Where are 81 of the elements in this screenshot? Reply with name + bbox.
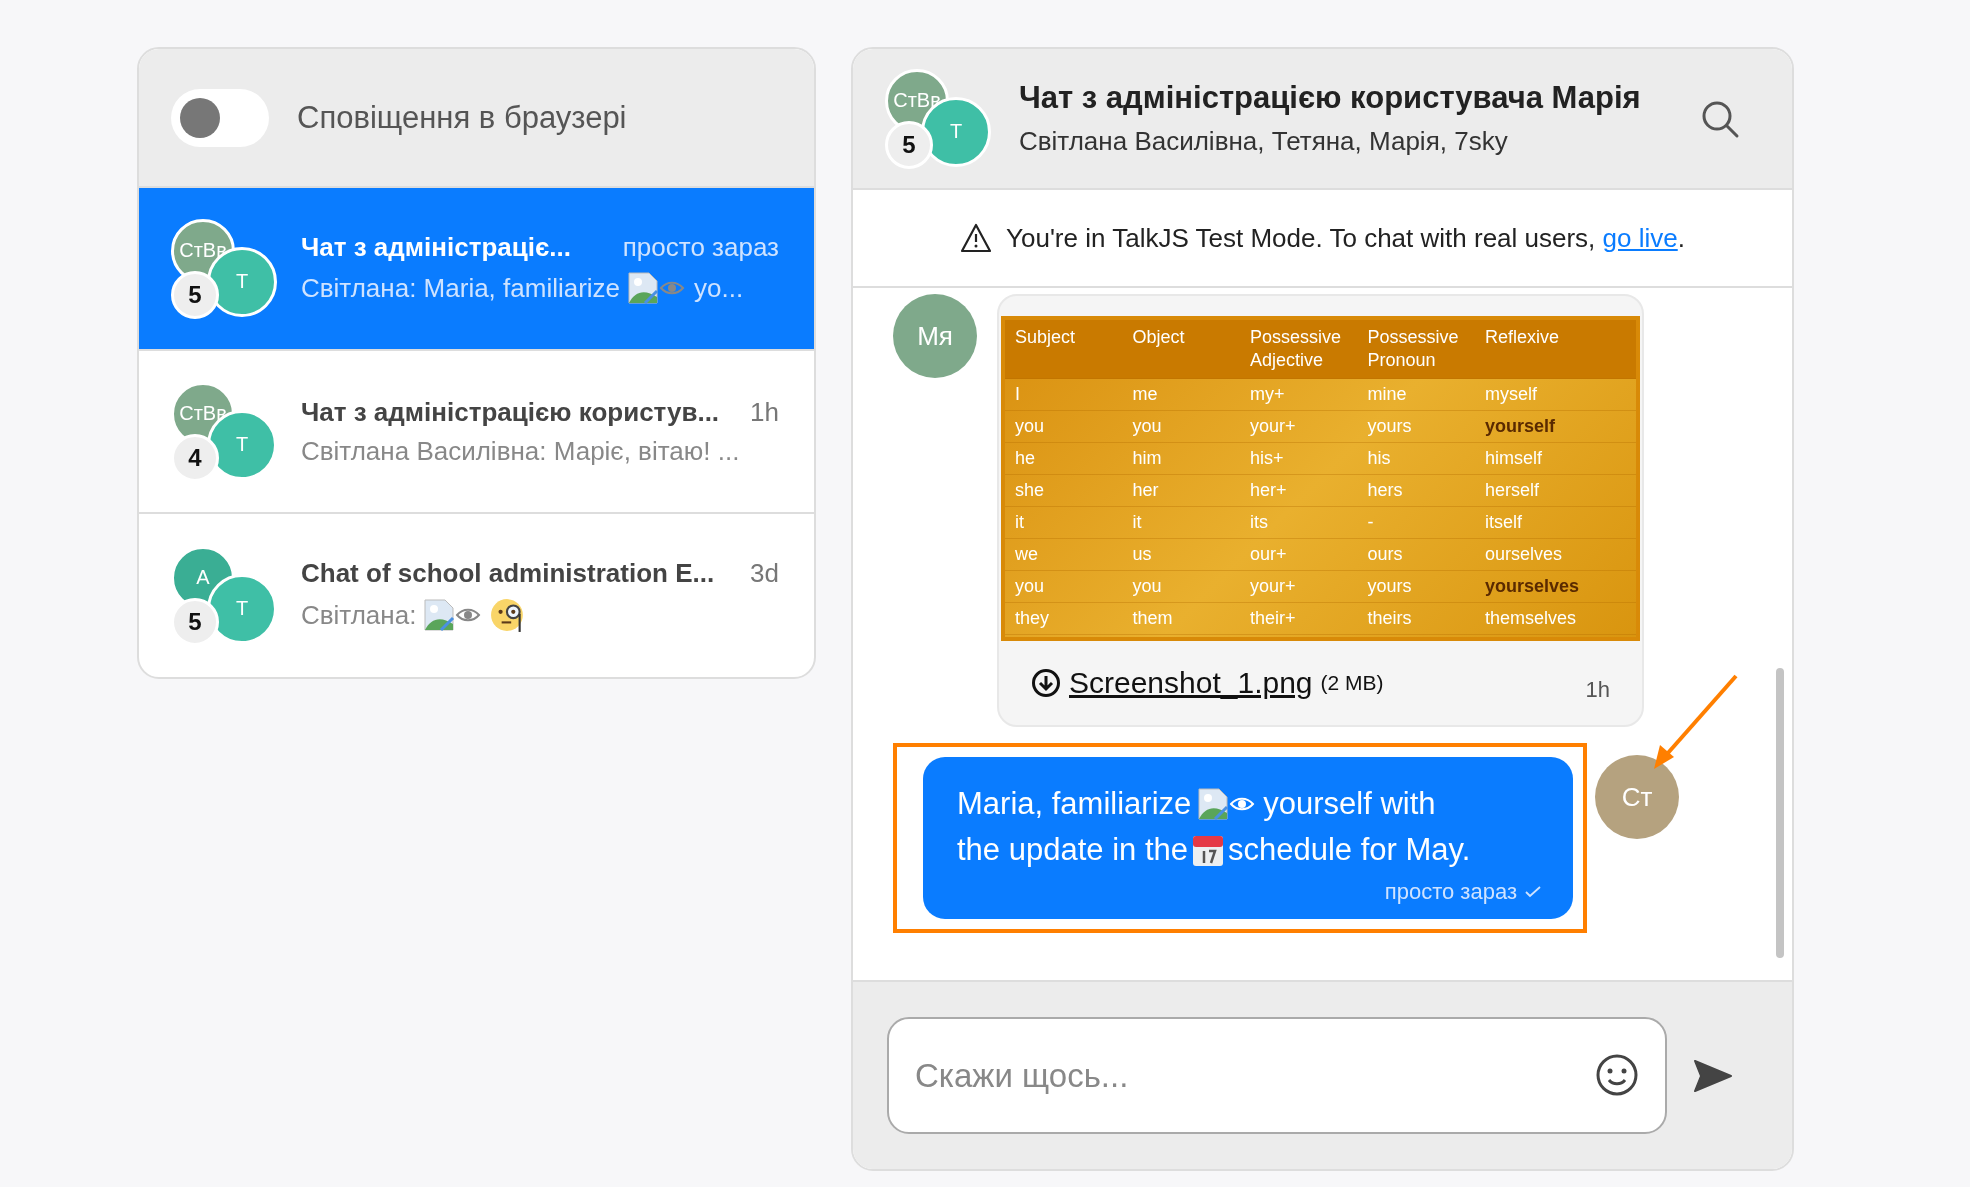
sender-avatar: Ст xyxy=(1595,755,1679,839)
calendar-icon xyxy=(1192,833,1224,867)
conversation-time: 1h xyxy=(750,396,779,428)
table-cell-text: us xyxy=(1132,543,1153,566)
table-cell-text: my+ xyxy=(1250,383,1286,406)
sender-avatar: Мя xyxy=(893,294,977,378)
table-cell-text: ourselves xyxy=(1485,543,1564,566)
participants-list: Світлана Василівна, Тетяна, Марія, 7sky xyxy=(1019,126,1700,157)
table-cell-text: he xyxy=(1015,447,1037,470)
conversation-time: просто зараз xyxy=(622,232,779,263)
table-cell-text: hers xyxy=(1367,479,1404,502)
participant-count: 5 xyxy=(171,270,219,319)
test-mode-notice: You're in TalkJS Test Mode. To chat with real users, go live. xyxy=(1006,222,1685,254)
notification-label: Сповіщення в браузері xyxy=(297,99,627,136)
chat-title: Чат з адміністрацією користувача Марія xyxy=(1019,80,1642,116)
table-header: Reflexive xyxy=(1485,326,1561,349)
message-text: Maria, familiarize xyxy=(957,785,1192,823)
message-text: the update in the xyxy=(957,831,1188,869)
table-cell-text: myself xyxy=(1485,383,1538,406)
table-cell-text: I xyxy=(1015,383,1021,406)
table-cell-text: ours xyxy=(1367,543,1404,566)
participant-count: 4 xyxy=(171,433,219,482)
table-cell-text: you xyxy=(1015,415,1046,438)
table-cell-text: his+ xyxy=(1250,447,1285,470)
message-preview: Світлана: Maria, familiarize xyxy=(301,272,621,304)
table-cell-text: yours xyxy=(1367,575,1413,598)
message-preview: Світлана: xyxy=(301,599,417,631)
table-header: Possessive Adjective xyxy=(1250,326,1343,372)
table-header: Subject xyxy=(1015,326,1077,349)
message-input[interactable]: Скажи щось... xyxy=(887,1017,1667,1134)
table-cell-text: me xyxy=(1132,383,1159,406)
table-cell-text: them xyxy=(1132,607,1174,630)
message-time: просто зараз xyxy=(1384,879,1517,905)
table-cell-text: our+ xyxy=(1250,543,1288,566)
participant-count: 5 xyxy=(885,120,933,169)
table-cell-text: you xyxy=(1015,575,1046,598)
message-preview: yo... xyxy=(694,272,744,304)
table-cell-text: your+ xyxy=(1250,575,1297,598)
table-cell-text: his xyxy=(1367,447,1392,470)
table-cell-text: himself xyxy=(1485,447,1543,470)
table-cell-text: it xyxy=(1132,511,1143,534)
table-cell-text: theirs xyxy=(1367,607,1413,630)
table-cell-text: their+ xyxy=(1250,607,1297,630)
file-link[interactable]: Screenshot_1.png xyxy=(1069,666,1313,700)
table-cell-text: themselves xyxy=(1485,607,1578,630)
table-cell-text: herself xyxy=(1485,479,1541,502)
scrollbar[interactable] xyxy=(1776,668,1784,958)
table-cell-text: yourself xyxy=(1485,415,1557,438)
table-cell-text: its xyxy=(1250,511,1269,534)
table-cell-text: it xyxy=(1015,511,1025,534)
table-cell-text: yours xyxy=(1367,415,1413,438)
table-cell-text: she xyxy=(1015,479,1046,502)
conversation-time: 3d xyxy=(750,558,779,589)
conversation-title: Чат з адміністраціє... xyxy=(301,232,571,263)
download-icon[interactable] xyxy=(1031,668,1061,698)
emoji-icon[interactable] xyxy=(1595,1053,1639,1097)
go-live-link[interactable]: go live xyxy=(1602,222,1678,253)
table-cell-text: her+ xyxy=(1250,479,1288,502)
table-cell-text: mine xyxy=(1367,383,1408,406)
table-cell-text: you xyxy=(1132,575,1163,598)
table-header: Object xyxy=(1132,326,1186,349)
send-icon[interactable] xyxy=(1693,1058,1733,1093)
table-cell-text: him xyxy=(1132,447,1163,470)
file-size: (2 MB) xyxy=(1320,671,1384,695)
table-cell-text: we xyxy=(1015,543,1039,566)
message-text: yourself with xyxy=(1263,785,1436,823)
conversation-title: Чат з адміністрацією користув... xyxy=(301,396,720,428)
message-time: 1h xyxy=(1585,676,1610,703)
table-cell-text: you xyxy=(1132,415,1163,438)
participant-count: 5 xyxy=(171,597,219,646)
conversation-title: Chat of school administration E... xyxy=(301,558,715,589)
message-text: schedule for May. xyxy=(1228,831,1471,869)
warning-icon xyxy=(960,223,993,253)
table-cell-text: your+ xyxy=(1250,415,1297,438)
table-cell-text: her xyxy=(1132,479,1160,502)
table-cell-text: they xyxy=(1015,607,1051,630)
table-cell-text: yourselves xyxy=(1485,575,1581,598)
table-cell-text: itself xyxy=(1485,511,1523,534)
table-header: Possessive Pronoun xyxy=(1367,326,1460,372)
message-preview: Світлана Василівна: Маріє, вітаю! ... xyxy=(301,435,740,467)
table-cell-text: - xyxy=(1367,511,1375,534)
